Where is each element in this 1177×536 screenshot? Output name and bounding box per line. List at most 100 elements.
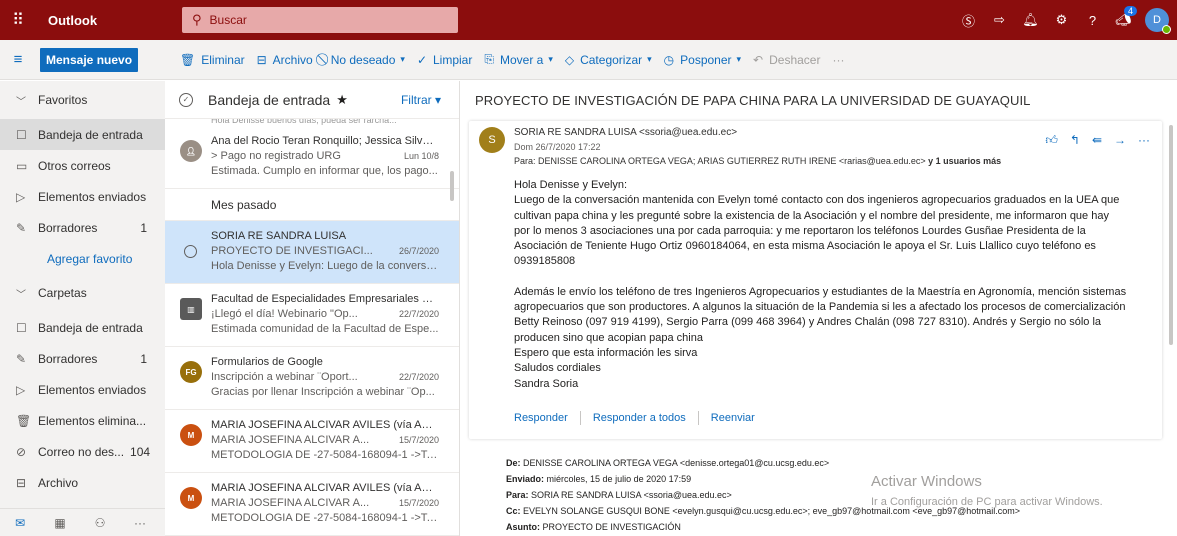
- list-header: ✓ Bandeja de entrada ★ Filtrar ▾: [165, 81, 459, 119]
- list-item[interactable]: M MARIA JOSEFINA ALCIVAR AVILES (vía AUL…: [165, 473, 459, 536]
- undo-button[interactable]: ↶ Deshacer: [753, 53, 820, 67]
- list-item[interactable]: SORIA RE SANDRA LUISA PROYECTO DE INVEST…: [165, 221, 459, 284]
- body-line: Asociación de Teniente Hugo Ortiz 096018…: [514, 240, 1096, 253]
- forward-button[interactable]: Reenviar: [711, 412, 755, 424]
- star-icon[interactable]: ★: [336, 92, 348, 108]
- nav-item-drafts-favorite[interactable]: ✎ Borradores 1: [0, 212, 165, 243]
- message-sender: Facultad de Especialidades Empresariales…: [211, 293, 439, 305]
- message-date: Lun 10/8: [403, 151, 439, 161]
- skype-icon[interactable]: Ⓢ: [953, 11, 984, 30]
- app-launcher-icon[interactable]: ⠿: [0, 0, 36, 40]
- delete-button[interactable]: 🗑︎ Eliminar: [180, 53, 245, 67]
- avatar: M: [180, 424, 202, 446]
- list-item[interactable]: 👤︎ Ana del Rocio Teran Ronquillo; Jessic…: [165, 126, 459, 189]
- folder-icon: ▭: [16, 158, 28, 173]
- body-line: por lo menos 3 asociaciones una por cada…: [514, 224, 1086, 237]
- clock-icon: ◷: [663, 52, 675, 67]
- inbox-icon: ☐: [16, 320, 27, 335]
- fwd-to: SORIA RE SANDRA LUISA <ssoria@uea.edu.ec…: [531, 490, 732, 500]
- bell-icon[interactable]: 🔔︎: [1015, 12, 1046, 28]
- list-scrollbar[interactable]: [450, 125, 456, 525]
- select-all-checkbox[interactable]: ✓: [179, 92, 193, 107]
- nav-item-drafts[interactable]: ✎ Borradores 1: [0, 343, 165, 374]
- nav-item-deleted[interactable]: 🗑︎ Elementos elimina...: [0, 405, 165, 436]
- pencil-icon: ✎: [16, 351, 27, 366]
- search-input[interactable]: Buscar: [210, 13, 247, 27]
- junk-button[interactable]: ⃠No deseado▾: [325, 52, 405, 67]
- message-subject: Inscripción a webinar ¨Oport...: [211, 371, 358, 383]
- like-icon[interactable]: 👍︎: [1045, 133, 1058, 148]
- reply-all-icon[interactable]: ⇚: [1092, 133, 1102, 148]
- categorize-button[interactable]: ◇ Categorizar ▾: [565, 53, 652, 67]
- list-item[interactable]: FG Formularios de Google Inscripción a w…: [165, 347, 459, 410]
- sender-avatar[interactable]: S: [479, 127, 505, 153]
- trash-icon: 🗑︎: [16, 413, 32, 428]
- megaphone-icon[interactable]: 📣︎ 4: [1108, 6, 1139, 28]
- folder-move-icon: ⎘: [484, 52, 494, 66]
- search-icon: ⚲: [192, 12, 202, 27]
- scrollbar-thumb[interactable]: [1169, 125, 1173, 345]
- sweep-button[interactable]: ✓ Limpiar: [417, 53, 472, 67]
- new-message-button[interactable]: Mensaje nuevo: [40, 47, 139, 72]
- more-actions-icon[interactable]: ···: [1138, 133, 1150, 148]
- nav-item-other[interactable]: ▭ Otros correos: [0, 150, 165, 181]
- filter-button[interactable]: Filtrar ▾: [401, 93, 441, 107]
- nav-item-sent-favorite[interactable]: ▷ Elementos enviados: [0, 181, 165, 212]
- calendar-icon[interactable]: ▦: [40, 516, 80, 530]
- reading-pane: PROYECTO DE INVESTIGACIÓN DE PAPA CHINA …: [461, 81, 1177, 536]
- top-bar: ⠿ Outlook ⚲ Buscar Ⓢ ⇨ 🔔︎ ⚙ ? 📣︎ 4 D: [0, 0, 1177, 40]
- folders-header[interactable]: ﹀ Carpetas: [0, 274, 165, 312]
- body-gap: [514, 270, 1149, 285]
- nav-item-sent[interactable]: ▷ Elementos enviados: [0, 374, 165, 405]
- reply-button[interactable]: Responder: [514, 412, 568, 424]
- nav-item-archive[interactable]: ⊟ Archivo: [0, 467, 165, 498]
- more-recipients-link[interactable]: y 1 usuarios más: [928, 156, 1001, 166]
- block-icon: ⊘: [16, 444, 27, 459]
- email-actions: 👍︎ ↰ ⇚ → ···: [1033, 133, 1150, 148]
- message-date: 15/7/2020: [398, 435, 439, 445]
- message-preview: Gracias por llenar Inscripción a webinar…: [211, 386, 435, 398]
- body-line: Hola Denisse y Evelyn:: [514, 179, 628, 191]
- reply-icon[interactable]: ↰: [1070, 133, 1080, 148]
- nav-item-inbox-favorite[interactable]: ☐ Bandeja de entrada: [0, 119, 165, 150]
- scrollbar-thumb[interactable]: [450, 171, 454, 201]
- email-from[interactable]: SORIA RE SANDRA LUISA <ssoria@uea.edu.ec…: [514, 127, 737, 138]
- archive-button[interactable]: ⊟ Archivo: [257, 53, 313, 67]
- message-sender: MARIA JOSEFINA ALCIVAR AVILES (vía AULA.…: [211, 482, 439, 494]
- favorites-header[interactable]: ﹀ Favoritos: [0, 81, 165, 119]
- message-list: ✓ Bandeja de entrada ★ Filtrar ▾ Hola De…: [165, 81, 460, 536]
- reply-bar: Responder Responder a todos Reenviar: [514, 411, 755, 425]
- nav-item-junk[interactable]: ⊘ Correo no des... 104: [0, 436, 165, 467]
- archive-icon: ⊟: [256, 52, 267, 67]
- help-icon[interactable]: ?: [1077, 13, 1108, 28]
- nav-item-inbox[interactable]: ☐ Bandeja de entrada: [0, 312, 165, 343]
- reply-all-button[interactable]: Responder a todos: [593, 412, 686, 424]
- list-item[interactable]: M MARIA JOSEFINA ALCIVAR AVILES (vía AUL…: [165, 410, 459, 473]
- mail-icon[interactable]: ✉: [0, 516, 40, 530]
- search-box[interactable]: ⚲ Buscar: [182, 7, 458, 33]
- people-icon[interactable]: ⚇: [80, 516, 120, 530]
- list-item[interactable]: ▥ Facultad de Especialidades Empresarial…: [165, 284, 459, 347]
- list-item[interactable]: Hola Denisse buenos días, pueda ser rarc…: [165, 119, 459, 126]
- body-line: 0939185808: [514, 255, 576, 268]
- avatar[interactable]: D: [1145, 8, 1171, 34]
- select-radio[interactable]: [184, 245, 197, 258]
- tag-icon: ◇: [564, 52, 575, 67]
- gear-icon[interactable]: ⚙: [1046, 12, 1077, 28]
- email-card: S SORIA RE SANDRA LUISA <ssoria@uea.edu.…: [469, 121, 1162, 439]
- app-name[interactable]: Outlook: [36, 13, 176, 28]
- reading-scrollbar[interactable]: [1169, 125, 1175, 533]
- body-line: producen sino que acopian papa china: [514, 331, 703, 344]
- body-line: Espero que esta información les sirva: [514, 346, 698, 359]
- more-commands-button[interactable]: ···: [832, 53, 844, 67]
- forward-icon[interactable]: →: [1114, 133, 1126, 148]
- teams-icon[interactable]: ⇨: [984, 12, 1015, 28]
- snooze-button[interactable]: ◷ Posponer ▾: [664, 53, 741, 67]
- more-apps-icon[interactable]: ···: [120, 516, 160, 530]
- list-title: Bandeja de entrada: [208, 91, 331, 108]
- chevron-down-icon: ▾: [400, 54, 405, 64]
- hamburger-icon[interactable]: ≡: [0, 51, 36, 68]
- move-button[interactable]: ⎘ Mover a ▾: [484, 52, 553, 67]
- add-favorite-link[interactable]: Agregar favorito: [0, 243, 165, 274]
- chevron-down-icon: ▾: [736, 54, 742, 64]
